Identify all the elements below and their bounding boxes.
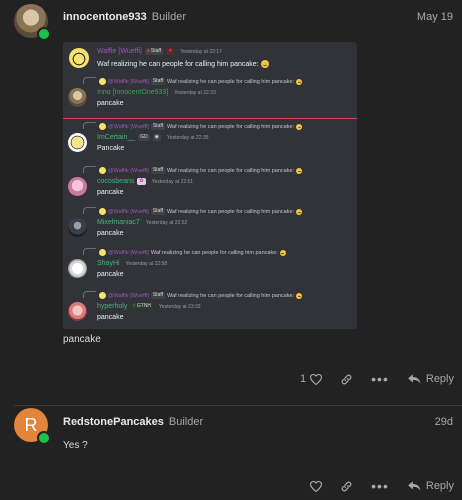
message-text: pancake [97,314,124,321]
reply-icon [408,374,421,384]
heart-icon [310,373,323,385]
mixelmaniac-avatar [68,218,87,237]
post-author[interactable]: innocentone933 Builder [63,11,186,23]
online-status-icon [37,27,51,41]
reply-button[interactable]: Reply [407,373,454,385]
post-innocentone933: innocentone933 Builder May 19 Waffle [Wue… [0,0,462,395]
message-text: Pancake [97,145,125,152]
reply-icon [408,481,421,491]
more-icon[interactable]: ••• [371,371,389,387]
new-messages-divider [63,118,357,119]
post-redstonepancakes: R RedstonePancakes Builder 29d Yes ? ••• … [0,406,462,500]
message-text: pancake [97,189,124,196]
link-icon[interactable] [340,373,353,386]
post-actions: ••• Reply [310,478,454,494]
post-body: pancake [63,334,101,345]
hyperholy-avatar [68,302,87,321]
message-text: pancake [97,271,124,278]
imcertain-avatar [68,133,87,152]
message-author: Mixelmaniac7 [97,219,140,226]
shayhi-avatar [68,259,87,278]
user-title: Builder [168,416,204,428]
online-status-icon [37,431,51,445]
message-text: pancake [97,100,124,107]
post-date[interactable]: May 19 [417,11,453,23]
like-button[interactable]: 1 [300,373,323,385]
post-date[interactable]: 29d [435,416,453,428]
avatar[interactable] [14,4,51,41]
message-text: Waf realizing he can people for calling … [97,60,269,68]
more-icon[interactable]: ••• [371,478,389,494]
message-author: ImCertain__ [97,134,136,141]
message-time: Yesterday at 22:17 [180,48,222,55]
original-message: Waffle [Wueffi] ● Staff ✦ Yesterday at 22… [63,42,357,75]
waffle-avatar [69,48,89,68]
message-author: cocosbeans [97,178,135,185]
reply-message: @Waffle [Wueffi] Waf realizing he can peo… [63,248,357,286]
reply-message: @Waffle [Wueffi] Staff Waf realizing he ca… [63,166,357,204]
heart-icon[interactable] [310,480,323,492]
post-body: Yes ? [63,440,88,451]
reply-message: @Waffle [Wueffi] Staff Waf realizing he ca… [63,291,357,329]
message-author: Inno [InnocentOne933] [97,89,169,96]
avatar[interactable]: R [14,408,51,445]
link-icon[interactable] [340,480,353,493]
like-count: 1 [300,373,307,385]
reply-message: @Waffle [Wueffi] Staff Waf realizing he ca… [63,77,357,115]
inno-avatar [68,88,87,107]
message-text: pancake [97,230,124,237]
reply-message: @Waffle [Wueffi] Staff Waf realizing he ca… [63,122,357,160]
post-actions: 1 ••• Reply [300,371,454,387]
staff-badge: ● Staff [144,48,164,55]
pleading-emoji-icon [260,60,269,68]
gtnh-badge: ⚡ GTNH [130,303,154,310]
reply-button[interactable]: Reply [407,480,454,492]
message-author: ShayHi [97,260,120,267]
user-title: Builder [151,11,186,23]
cocosbeans-avatar [68,177,87,196]
discord-screenshot: Waffle [Wueffi] ● Staff ✦ Yesterday at 22… [63,42,357,329]
message-author: hyperholy [97,303,128,310]
message-author: Waffle [Wueffi] [97,48,142,55]
reply-message: @Waffle [Wueffi] Staff Waf realizing he ca… [63,207,357,245]
post-author[interactable]: RedstonePancakes Builder [63,416,203,428]
